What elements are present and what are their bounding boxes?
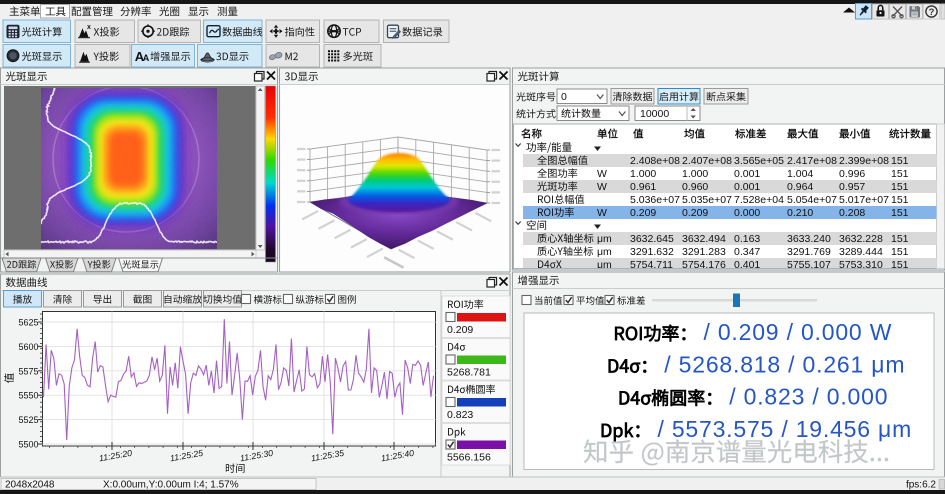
- svg-text:μm: μm: [597, 246, 612, 258]
- svg-text:μm: μm: [597, 233, 612, 245]
- svg-text:0.961: 0.961: [630, 181, 656, 193]
- svg-text:2.408e+08: 2.408e+08: [630, 155, 680, 167]
- svg-text:5500: 5500: [18, 440, 38, 450]
- svg-text:5625: 5625: [18, 318, 38, 328]
- svg-text:5.036e+07: 5.036e+07: [630, 194, 680, 206]
- svg-text:0.209: 0.209: [447, 324, 473, 336]
- svg-text:1.000: 1.000: [630, 168, 656, 180]
- svg-text:5566.156: 5566.156: [447, 452, 491, 464]
- svg-text:151: 151: [891, 155, 909, 167]
- svg-text:3.565e+05: 3.565e+05: [734, 155, 784, 167]
- svg-text:151: 151: [891, 181, 909, 193]
- svg-text:10000: 10000: [640, 108, 669, 120]
- svg-text:5.054e+07: 5.054e+07: [787, 194, 837, 206]
- svg-text:3291.283: 3291.283: [682, 246, 726, 258]
- svg-text:/ 5268.818 / 0.261 μm: / 5268.818 / 0.261 μm: [664, 352, 905, 378]
- svg-text:3632.228: 3632.228: [839, 233, 883, 245]
- svg-text:0.960: 0.960: [682, 181, 708, 193]
- svg-text:151: 151: [891, 168, 909, 180]
- svg-text:0.208: 0.208: [839, 207, 865, 219]
- svg-text:W: W: [597, 181, 607, 193]
- svg-text:5550: 5550: [18, 391, 38, 401]
- svg-text:5.035e+07: 5.035e+07: [682, 194, 732, 206]
- svg-text:0.209: 0.209: [682, 207, 708, 219]
- svg-text:2.399e+08: 2.399e+08: [839, 155, 889, 167]
- svg-text:/ 0.209 / 0.000 W: / 0.209 / 0.000 W: [703, 319, 892, 345]
- svg-text:5575: 5575: [18, 366, 38, 376]
- svg-text:x: x: [87, 24, 91, 31]
- svg-text:2048x2048: 2048x2048: [5, 480, 55, 491]
- svg-text:5268.781: 5268.781: [447, 367, 491, 379]
- svg-text:3632.645: 3632.645: [630, 233, 674, 245]
- svg-text:0.964: 0.964: [787, 181, 813, 193]
- svg-text:0.001: 0.001: [734, 168, 760, 180]
- svg-text:151: 151: [891, 207, 909, 219]
- svg-text:0.996: 0.996: [839, 168, 865, 180]
- svg-text:0.000: 0.000: [734, 207, 760, 219]
- svg-text:3291.769: 3291.769: [787, 246, 831, 258]
- svg-text:/ 0.823 / 0.000: / 0.823 / 0.000: [729, 384, 888, 410]
- svg-text:3632.494: 3632.494: [682, 233, 726, 245]
- svg-text:151: 151: [891, 246, 909, 258]
- svg-text:3633.240: 3633.240: [787, 233, 831, 245]
- svg-text:2.417e+08: 2.417e+08: [787, 155, 837, 167]
- svg-text:W: W: [597, 207, 607, 219]
- svg-text:0.957: 0.957: [839, 181, 865, 193]
- svg-text:0.823: 0.823: [447, 409, 473, 421]
- svg-text:X:0.00um,Y:0.00um I:4; 1.57%: X:0.00um,Y:0.00um I:4; 1.57%: [103, 480, 239, 491]
- svg-text:5525: 5525: [18, 415, 38, 425]
- svg-text:2.407e+08: 2.407e+08: [682, 155, 732, 167]
- svg-text:/ 5573.575 / 19.456 μm: / 5573.575 / 19.456 μm: [657, 416, 912, 442]
- svg-text:0.210: 0.210: [787, 207, 813, 219]
- svg-text:A: A: [143, 53, 150, 63]
- svg-text:3289.444: 3289.444: [839, 246, 883, 258]
- svg-text:0.209: 0.209: [630, 207, 656, 219]
- svg-text:1.004: 1.004: [787, 168, 813, 180]
- svg-text:151: 151: [891, 233, 909, 245]
- svg-text:?: ?: [929, 7, 935, 18]
- svg-text:7.528e+04: 7.528e+04: [734, 194, 784, 206]
- svg-text:1.000: 1.000: [682, 168, 708, 180]
- svg-text:3291.632: 3291.632: [630, 246, 674, 258]
- svg-text:5600: 5600: [18, 342, 38, 352]
- svg-text:0.001: 0.001: [734, 181, 760, 193]
- svg-text:0.347: 0.347: [734, 246, 760, 258]
- svg-text:fps:6.2: fps:6.2: [906, 480, 936, 491]
- svg-text:W: W: [597, 168, 607, 180]
- svg-text:0.163: 0.163: [734, 233, 760, 245]
- svg-text:0: 0: [561, 91, 567, 103]
- svg-text:5.017e+07: 5.017e+07: [839, 194, 889, 206]
- svg-text:151: 151: [891, 194, 909, 206]
